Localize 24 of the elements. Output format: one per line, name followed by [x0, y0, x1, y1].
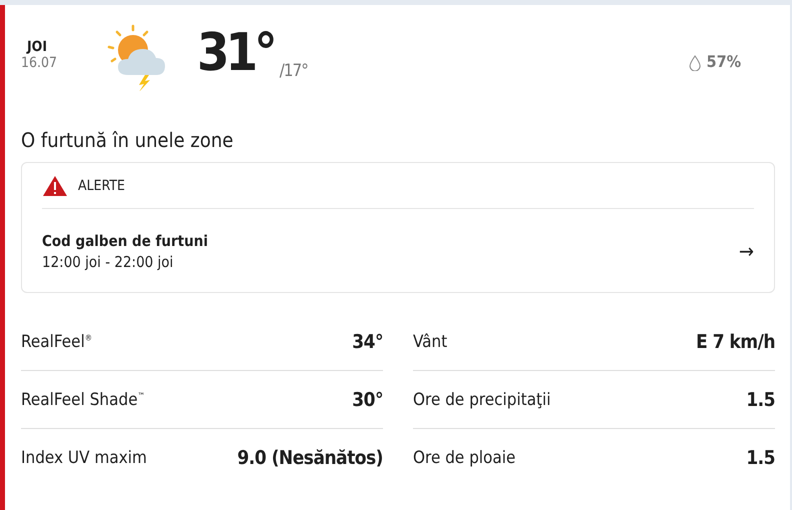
drop-icon	[688, 55, 701, 71]
arrow-icon[interactable]: →	[738, 239, 754, 263]
humidity: 57%	[706, 52, 741, 71]
detail-label: Ore de precipitaţii	[413, 390, 551, 410]
detail-value: 30°	[352, 388, 383, 410]
detail-value: 1.5	[746, 388, 775, 410]
alert-title[interactable]: Cod galben de furtuni	[42, 232, 208, 250]
low-temperature: /17°	[280, 61, 308, 81]
warning-icon	[42, 174, 68, 196]
detail-label: RealFeel$^{®}$	[21, 332, 92, 352]
day-name: JOI	[27, 39, 48, 55]
detail-value: 1.5	[746, 446, 775, 468]
detail-value: 34°	[352, 330, 383, 352]
detail-label: Index UV maxim	[21, 448, 147, 468]
high-temperature: 31°	[197, 25, 274, 82]
weather-phrase: O furtună în unele zone	[21, 128, 234, 154]
detail-label: Ore de ploaie	[413, 448, 516, 468]
detail-value: E 7 km/h	[696, 330, 775, 352]
alerts-heading: ALERTE	[78, 178, 125, 194]
detail-label: Vânt	[413, 332, 448, 352]
detail-label: RealFeel Shade$^{™}$	[21, 390, 145, 410]
day-date: 16.07	[21, 55, 58, 71]
alert-time: 12:00 joi - 22:00 joi	[42, 252, 174, 270]
detail-value: 9.0 (Nesănătos)	[237, 446, 383, 468]
